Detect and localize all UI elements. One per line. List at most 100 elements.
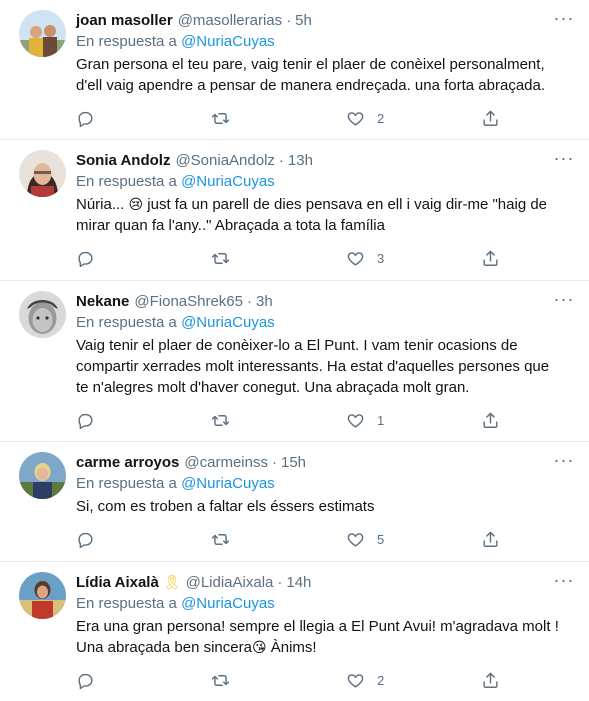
share-icon bbox=[481, 411, 500, 430]
author-handle[interactable]: @masollerarias bbox=[178, 12, 282, 29]
reply-button[interactable] bbox=[76, 249, 211, 268]
avatar[interactable] bbox=[19, 452, 66, 499]
like-count: 2 bbox=[377, 672, 385, 688]
avatar[interactable] bbox=[19, 291, 66, 338]
more-options-icon[interactable]: ··· bbox=[553, 290, 575, 308]
retweet-icon bbox=[211, 109, 230, 128]
retweet-button[interactable] bbox=[211, 249, 346, 268]
author-handle[interactable]: @LidiaAixala bbox=[186, 574, 274, 591]
separator-dot: · bbox=[271, 453, 277, 471]
mention-link[interactable]: @NuriaCuyas bbox=[181, 173, 275, 190]
share-icon bbox=[481, 530, 500, 549]
tweet[interactable]: Nekane @FionaShrek65 · 3h ··· En respues… bbox=[0, 281, 589, 442]
tweet-time[interactable]: 3h bbox=[256, 293, 273, 310]
tweet[interactable]: joan masoller @masollerarias · 5h ··· En… bbox=[0, 0, 589, 140]
tweet-actions: 2 bbox=[76, 662, 573, 698]
mention-link[interactable]: @NuriaCuyas bbox=[181, 33, 275, 50]
crying-face-emoji: 😢 bbox=[128, 196, 144, 212]
author-name[interactable]: joan masoller bbox=[76, 12, 173, 29]
mention-link[interactable]: @NuriaCuyas bbox=[181, 475, 275, 492]
avatar[interactable] bbox=[19, 150, 66, 197]
tweet-time[interactable]: 15h bbox=[281, 454, 306, 471]
author-name[interactable]: Sonia Andolz bbox=[76, 152, 170, 169]
share-button[interactable] bbox=[481, 109, 500, 128]
heart-icon bbox=[346, 249, 365, 268]
more-options-icon[interactable]: ··· bbox=[553, 9, 575, 27]
reply-icon bbox=[76, 109, 95, 128]
reply-to-line: En respuesta a @NuriaCuyas bbox=[76, 593, 573, 615]
separator-dot: · bbox=[286, 11, 292, 29]
author-handle[interactable]: @FionaShrek65 bbox=[134, 293, 243, 310]
tweet-text: Si, com es troben a faltar els éssers es… bbox=[76, 498, 375, 515]
tweet[interactable]: carme arroyos @carmeinss · 15h ··· En re… bbox=[0, 442, 589, 562]
share-icon bbox=[481, 109, 500, 128]
more-options-icon[interactable]: ··· bbox=[553, 451, 575, 469]
tweet-time[interactable]: 5h bbox=[295, 12, 312, 29]
reply-button[interactable] bbox=[76, 530, 211, 549]
tweet-time[interactable]: 14h bbox=[286, 574, 311, 591]
retweet-icon bbox=[211, 530, 230, 549]
yellow-ribbon-icon: 🎗 bbox=[162, 573, 181, 590]
share-icon bbox=[481, 671, 500, 690]
heart-icon bbox=[346, 530, 365, 549]
share-button[interactable] bbox=[481, 249, 500, 268]
kiss-face-emoji: 😘 bbox=[251, 639, 267, 655]
separator-dot: · bbox=[247, 292, 252, 310]
author-name[interactable]: Nekane bbox=[76, 293, 129, 310]
share-button[interactable] bbox=[481, 411, 500, 430]
author-handle[interactable]: @SoniaAndolz bbox=[175, 152, 274, 169]
share-icon bbox=[481, 249, 500, 268]
reply-to-line: En respuesta a @NuriaCuyas bbox=[76, 31, 573, 53]
like-button[interactable]: 2 bbox=[346, 109, 481, 128]
reply-to-label: En respuesta a bbox=[76, 314, 177, 331]
tweet-text: Núria... 😢 just fa un parell de dies pen… bbox=[76, 194, 573, 236]
reply-button[interactable] bbox=[76, 411, 211, 430]
tweet-actions: 2 bbox=[76, 100, 573, 136]
like-count: 5 bbox=[377, 531, 385, 547]
tweet-text-part: Era una gran persona! sempre el llegia a… bbox=[76, 618, 559, 656]
like-button[interactable]: 3 bbox=[346, 249, 481, 268]
like-button[interactable]: 2 bbox=[346, 671, 481, 690]
author-name[interactable]: carme arroyos bbox=[76, 454, 179, 471]
tweet[interactable]: Sonia Andolz @SoniaAndolz · 13h ··· En r… bbox=[0, 140, 589, 281]
share-button[interactable] bbox=[481, 671, 500, 690]
tweet-actions: 3 bbox=[76, 240, 573, 276]
tweet-text-part: Ànims! bbox=[266, 639, 317, 656]
like-button[interactable]: 5 bbox=[346, 530, 481, 549]
reply-button[interactable] bbox=[76, 109, 211, 128]
tweet-text-part: Núria... bbox=[76, 196, 129, 213]
avatar[interactable] bbox=[19, 10, 66, 57]
reply-to-line: En respuesta a @NuriaCuyas bbox=[76, 473, 573, 495]
tweet-text: Era una gran persona! sempre el llegia a… bbox=[76, 616, 573, 658]
retweet-button[interactable] bbox=[211, 530, 346, 549]
tweet-time[interactable]: 13h bbox=[288, 152, 313, 169]
heart-icon bbox=[346, 109, 365, 128]
tweet-actions: 1 bbox=[76, 402, 573, 438]
heart-icon bbox=[346, 411, 365, 430]
tweet[interactable]: Lídia Aixalà 🎗 @LidiaAixala · 14h ··· En… bbox=[0, 562, 589, 701]
retweet-button[interactable] bbox=[211, 109, 346, 128]
more-options-icon[interactable]: ··· bbox=[553, 571, 575, 589]
reply-to-label: En respuesta a bbox=[76, 173, 177, 190]
reply-icon bbox=[76, 411, 95, 430]
reply-icon bbox=[76, 530, 95, 549]
retweet-button[interactable] bbox=[211, 411, 346, 430]
tweet-text: Vaig tenir el plaer de conèixer-lo a El … bbox=[76, 337, 550, 396]
reply-icon bbox=[76, 671, 95, 690]
avatar[interactable] bbox=[19, 572, 66, 619]
retweet-icon bbox=[211, 671, 230, 690]
author-name[interactable]: Lídia Aixalà bbox=[76, 574, 159, 591]
reply-to-label: En respuesta a bbox=[76, 595, 177, 612]
separator-dot: · bbox=[277, 573, 283, 591]
reply-to-label: En respuesta a bbox=[76, 475, 177, 492]
more-options-icon[interactable]: ··· bbox=[553, 149, 575, 167]
mention-link[interactable]: @NuriaCuyas bbox=[181, 595, 275, 612]
author-handle[interactable]: @carmeinss bbox=[184, 454, 268, 471]
like-button[interactable]: 1 bbox=[346, 411, 481, 430]
reply-button[interactable] bbox=[76, 671, 211, 690]
share-button[interactable] bbox=[481, 530, 500, 549]
retweet-icon bbox=[211, 249, 230, 268]
retweet-button[interactable] bbox=[211, 671, 346, 690]
retweet-icon bbox=[211, 411, 230, 430]
mention-link[interactable]: @NuriaCuyas bbox=[181, 314, 275, 331]
